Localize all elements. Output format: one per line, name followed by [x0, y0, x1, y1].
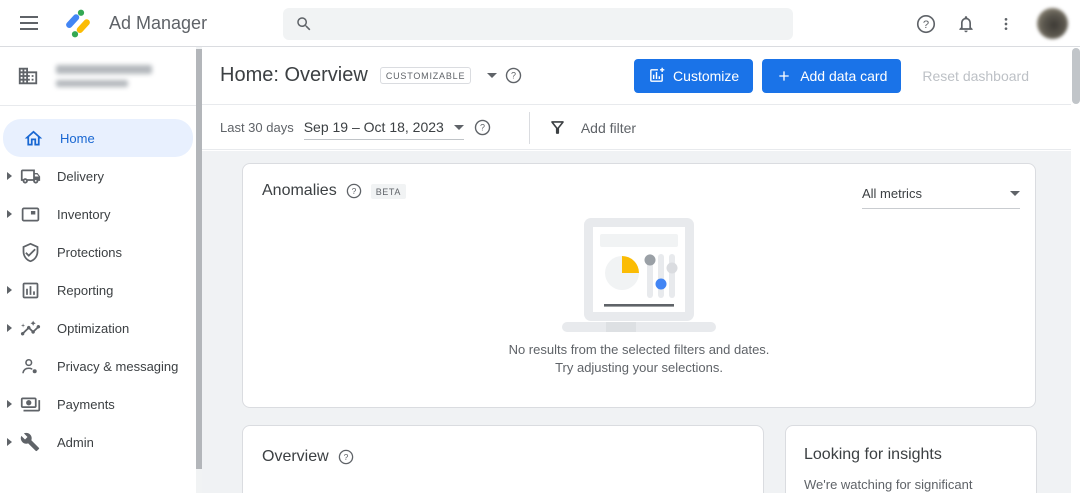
sidebar-item-delivery[interactable]: Delivery	[0, 157, 196, 195]
date-range-value: Sep 19 – Oct 18, 2023	[304, 119, 444, 135]
filter-bar: Last 30 days Sep 19 – Oct 18, 2023 ? Add…	[202, 106, 1080, 150]
dropdown-caret-icon	[1010, 191, 1020, 196]
help-icon[interactable]: ?	[346, 183, 362, 199]
help-icon[interactable]: ?	[913, 11, 939, 37]
insights-title: Looking for insights	[804, 446, 1018, 464]
divider	[529, 112, 530, 144]
inventory-icon	[20, 204, 41, 225]
expand-caret-icon[interactable]	[7, 400, 12, 408]
plus-icon	[776, 68, 792, 84]
sidebar-scrollbar-thumb[interactable]	[196, 49, 202, 469]
insights-card: Looking for insights We're watching for …	[785, 425, 1037, 493]
sidebar-item-optimization[interactable]: Optimization	[0, 309, 196, 347]
building-icon	[17, 65, 39, 87]
banknote-icon	[20, 394, 41, 415]
search-input[interactable]	[323, 16, 781, 32]
sidebar-item-label: Payments	[57, 397, 115, 412]
customize-chart-icon	[648, 67, 665, 84]
sidebar-item-label: Delivery	[57, 169, 104, 184]
anomalies-title: Anomalies	[262, 182, 337, 200]
person-dot-icon	[20, 356, 41, 377]
sidebar-item-inventory[interactable]: Inventory	[0, 195, 196, 233]
search-bar[interactable]	[283, 8, 793, 40]
dropdown-caret-icon	[454, 125, 464, 130]
empty-state-illustration	[544, 216, 734, 334]
sidebar-item-label: Home	[60, 131, 95, 146]
reset-dashboard-button[interactable]: Reset dashboard	[914, 68, 1037, 84]
expand-caret-icon[interactable]	[7, 324, 12, 332]
sidebar: Home Delivery Inventory Protections	[0, 47, 196, 493]
topbar: Ad Manager ?	[0, 0, 1080, 47]
overview-card: Overview ?	[242, 425, 764, 493]
truck-icon	[20, 166, 41, 187]
beta-badge: BETA	[371, 184, 406, 199]
all-metrics-dropdown[interactable]: All metrics	[862, 186, 1020, 209]
sidebar-item-reporting[interactable]: Reporting	[0, 271, 196, 309]
search-icon	[295, 15, 313, 33]
dashboard-content: Anomalies ? BETA All metrics	[202, 151, 1080, 493]
bar-chart-icon	[20, 280, 41, 301]
app-name: Ad Manager	[109, 13, 207, 34]
wrench-icon	[20, 432, 41, 453]
sidebar-item-label: Reporting	[57, 283, 113, 298]
add-data-card-button[interactable]: Add data card	[762, 59, 901, 93]
sidebar-item-home[interactable]: Home	[3, 119, 193, 157]
dashboard-dropdown-caret-icon[interactable]	[487, 73, 497, 78]
home-icon	[23, 128, 44, 149]
sidebar-item-privacy-messaging[interactable]: Privacy & messaging	[0, 347, 196, 385]
help-icon[interactable]: ?	[474, 119, 491, 136]
expand-caret-icon[interactable]	[7, 438, 12, 446]
date-range-dropdown[interactable]: Sep 19 – Oct 18, 2023	[304, 119, 464, 140]
sidebar-item-label: Protections	[57, 245, 122, 260]
account-name-blurred	[56, 65, 152, 87]
sidebar-nav: Home Delivery Inventory Protections	[0, 106, 196, 461]
notifications-icon[interactable]	[953, 11, 979, 37]
ad-manager-logo-icon	[63, 8, 93, 38]
help-icon[interactable]: ?	[338, 449, 354, 465]
expand-caret-icon[interactable]	[7, 286, 12, 294]
sidebar-item-label: Optimization	[57, 321, 129, 336]
more-vert-icon[interactable]	[993, 11, 1019, 37]
page-scrollbar[interactable]	[1071, 47, 1080, 493]
topbar-actions: ?	[913, 0, 1068, 47]
insights-body: We're watching for significant changes a…	[804, 476, 1018, 493]
filter-icon	[548, 118, 567, 137]
customize-button[interactable]: Customize	[634, 59, 753, 93]
overview-title: Overview	[262, 448, 329, 466]
shield-check-icon	[20, 242, 41, 263]
menu-icon[interactable]	[17, 11, 41, 35]
page-header: Home: Overview CUSTOMIZABLE ? Customize …	[202, 47, 1080, 105]
account-switcher[interactable]	[0, 47, 196, 105]
sidebar-item-admin[interactable]: Admin	[0, 423, 196, 461]
page-title: Home: Overview	[220, 64, 368, 87]
sidebar-item-label: Privacy & messaging	[57, 359, 178, 374]
header-actions: Customize Add data card Reset dashboard	[634, 59, 1037, 93]
svg-text:?: ?	[343, 452, 348, 462]
svg-text:?: ?	[923, 19, 929, 31]
insights-icon	[20, 318, 41, 339]
customizable-badge: CUSTOMIZABLE	[380, 67, 471, 84]
sidebar-item-label: Admin	[57, 435, 94, 450]
title-group: Home: Overview CUSTOMIZABLE ?	[220, 64, 522, 87]
svg-text:?: ?	[511, 71, 516, 81]
help-icon[interactable]: ?	[505, 67, 522, 84]
add-filter-button[interactable]: Add filter	[548, 118, 636, 137]
svg-text:?: ?	[480, 123, 485, 133]
avatar[interactable]	[1037, 8, 1068, 39]
sidebar-item-payments[interactable]: Payments	[0, 385, 196, 423]
expand-caret-icon[interactable]	[7, 172, 12, 180]
page-scrollbar-thumb[interactable]	[1072, 48, 1080, 104]
expand-caret-icon[interactable]	[7, 210, 12, 218]
anomalies-card: Anomalies ? BETA All metrics	[242, 163, 1036, 408]
sidebar-scrollbar[interactable]	[196, 47, 202, 493]
sidebar-item-label: Inventory	[57, 207, 110, 222]
sidebar-item-protections[interactable]: Protections	[0, 233, 196, 271]
empty-state-text: No results from the selected filters and…	[243, 341, 1035, 376]
svg-text:?: ?	[351, 186, 356, 196]
date-range-label: Last 30 days	[220, 120, 294, 135]
